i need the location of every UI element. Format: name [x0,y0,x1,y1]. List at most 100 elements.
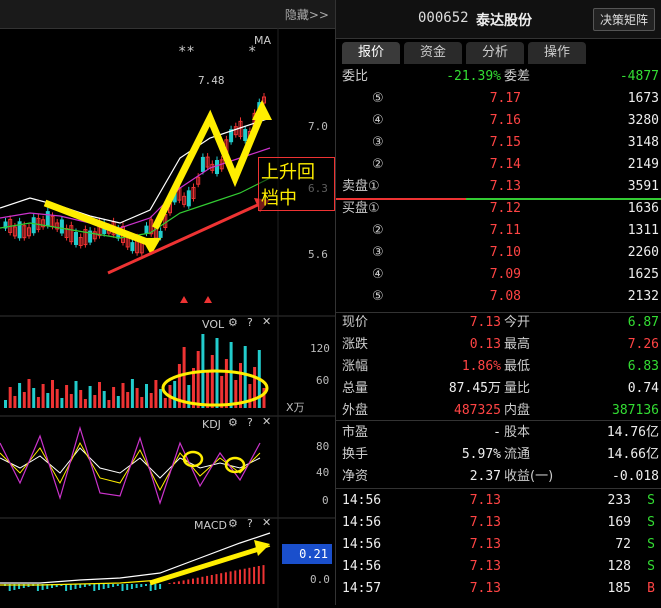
volume-bar [130,379,134,408]
ma-label: MA [254,34,272,47]
volume-bar [121,383,125,408]
close-icon[interactable]: ✕ [262,415,271,428]
volume-bar [93,395,97,408]
sell-level-label: 卖盘① [342,179,380,194]
gear-icon[interactable]: ⚙ [228,517,238,530]
sell-level-label: ⑤ [372,91,384,106]
buy-level-row[interactable]: ⑤ 7.08 2132 [336,286,661,308]
sell-volume: 3280 [627,113,659,128]
buy-level-row[interactable]: ③ 7.10 2260 [336,242,661,264]
volume-bar [220,376,224,408]
trade-price: 7.13 [469,581,501,596]
gear-icon[interactable]: ⚙ [228,416,238,429]
macd-bar [74,584,77,589]
volume-bar [74,381,78,408]
stat-label: 内盘 [504,403,531,418]
stat-label: 最高 [504,337,531,352]
volume-bar [145,384,148,408]
volume-bar [65,385,69,408]
volume-bar [248,384,252,408]
sell-volume: 2149 [627,157,659,172]
stat-label: 市盈 [342,425,369,440]
volume-bar [116,396,120,408]
sell-price: 7.15 [489,135,521,150]
help-icon[interactable]: ? [247,316,253,329]
volume-bar [83,399,87,408]
macd-bar [116,584,119,586]
buy-level-label: 买盘① [342,201,380,216]
tab-funds[interactable]: 资金 [404,42,462,64]
trade-time: 14:56 [342,559,382,574]
buy-level-row[interactable]: ④ 7.09 1625 [336,264,661,286]
macd-bar [192,578,194,584]
kdj-axis-label: 40 [316,466,330,479]
sell-level-row[interactable]: ③ 7.15 3148 [336,132,661,154]
help-icon[interactable]: ? [247,517,253,530]
tick-trade-row[interactable]: 14:56 7.13 72 S [336,534,661,556]
fundamental-row: 换手 5.97% 流通 14.66亿 [336,444,661,466]
volume-bar [159,389,163,408]
stat-value: 2.37 [469,469,501,484]
macd-bar [65,584,68,591]
trend-annotation: 上升回档中 [258,157,335,211]
buy-level-label: ③ [372,245,384,260]
buy-volume: 1625 [627,267,659,282]
close-icon[interactable]: ✕ [262,516,271,529]
trade-side: S [647,559,655,574]
volume-bar [210,355,214,408]
macd-bar [112,584,115,587]
kline-chart[interactable] [0,28,335,608]
volume-bar [55,389,59,408]
macd-bar [220,573,223,584]
volume-bar [4,400,7,408]
buy-level-label: ② [372,223,384,238]
volume-bar [51,380,54,408]
quote-stat-row: 现价 7.13 今开 6.87 [336,312,661,334]
tick-trade-row[interactable]: 14:56 7.13 233 S [336,490,661,512]
tick-trade-row[interactable]: 14:56 7.13 128 S [336,556,661,578]
trade-price: 7.13 [469,493,501,508]
close-icon[interactable]: ✕ [262,315,271,328]
volume-bar [182,347,186,408]
stat-label: 现价 [342,315,369,330]
macd-bar [154,584,157,590]
buy-price: 7.12 [489,201,521,216]
tab-analysis[interactable]: 分析 [466,42,524,64]
stat-value: 7.13 [469,315,501,330]
gear-icon[interactable]: ⚙ [228,316,238,329]
trade-time: 14:56 [342,537,382,552]
macd-bar [182,580,185,584]
fundamental-row: 市盈 - 股本 14.76亿 [336,422,661,444]
kdj-axis-label: 80 [316,440,330,453]
fundamental-row: 净资 2.37 收益(一) -0.018 [336,466,661,488]
stat-value: 0.13 [469,337,501,352]
sell-level-row[interactable]: ⑤ 7.17 1673 [336,88,661,110]
trade-side: S [647,537,655,552]
sell-level-row[interactable]: ④ 7.16 3280 [336,110,661,132]
volume-bar [112,387,116,408]
tick-trade-row[interactable]: 14:56 7.13 169 S [336,512,661,534]
sell-level-row[interactable]: ② 7.14 2149 [336,154,661,176]
trade-price: 7.13 [469,537,501,552]
volume-bar [79,390,83,408]
tick-trade-row[interactable]: 14:57 7.13 185 B [336,578,661,600]
buy-level-label: ⑤ [372,289,384,304]
stat-label: 股本 [504,425,531,440]
buy-level-row[interactable]: ② 7.11 1311 [336,220,661,242]
tab-quote[interactable]: 报价 [342,42,400,64]
tab-operation[interactable]: 操作 [528,42,586,64]
decision-matrix-button[interactable]: 决策矩阵 [592,8,655,31]
volume-bar [253,367,257,408]
hide-button[interactable]: 隐藏>> [285,6,329,23]
buy-level-row[interactable]: 买盘① 7.12 1636 [336,198,661,220]
sell-level-row[interactable]: 卖盘① 7.13 3591 [336,176,661,198]
buy-volume: 1311 [627,223,659,238]
sell-level-label: ④ [372,113,384,128]
chart-area[interactable]: 隐藏>> 7.0 5.6 MA 7.48 ** * 上升回档中 VOL ⚙ ? … [0,0,336,608]
quote-stat-row: 涨跌 0.13 最高 7.26 [336,334,661,356]
volume-bar [107,400,111,408]
help-icon[interactable]: ? [247,416,253,429]
stat-value: 6.87 [627,315,659,330]
trade-price: 7.13 [469,515,501,530]
trade-volume: 233 [607,493,631,508]
